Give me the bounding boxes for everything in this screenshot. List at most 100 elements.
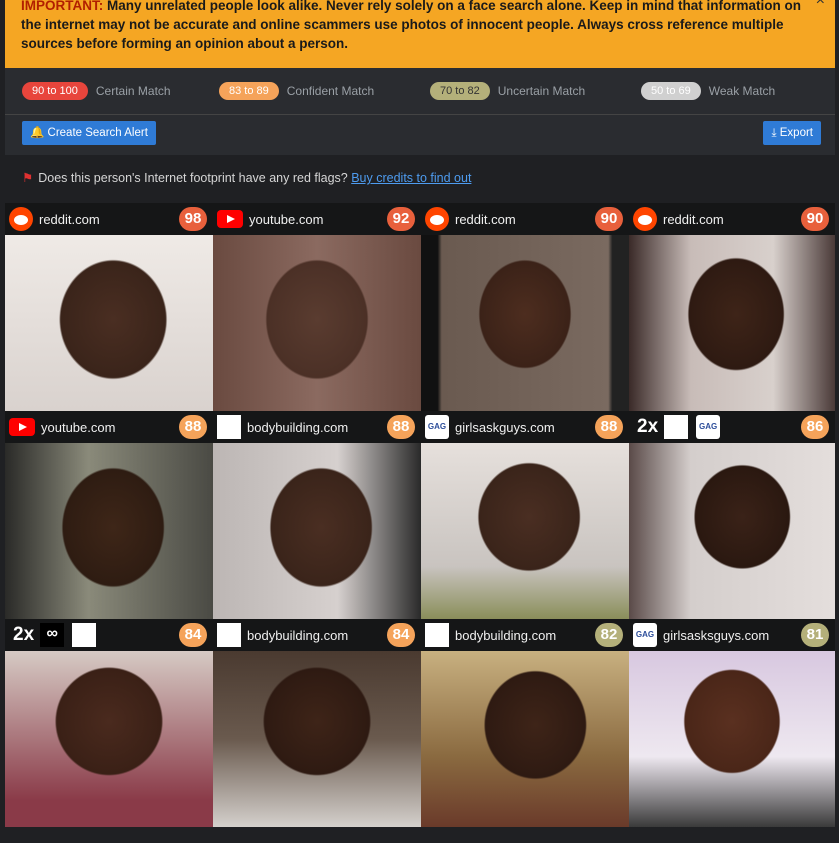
result-site: bodybuilding.com (247, 627, 349, 643)
result-photo (5, 443, 213, 619)
result-site: reddit.com (39, 211, 100, 227)
result-card[interactable]: bodybuilding.com 88 (213, 411, 421, 619)
result-score: 84 (179, 623, 207, 647)
toolbar: 🔔 Create Search Alert ⤓ Export (5, 115, 835, 155)
flag-icon: ⚑ (22, 171, 34, 185)
red-flag-notice: ⚑ Does this person's Internet footprint h… (22, 170, 471, 185)
result-caption: youtube.com 88 (5, 411, 213, 443)
result-score: 92 (387, 207, 415, 231)
legend-label: Confident Match (286, 84, 375, 98)
legend-pill: 90 to 100 (22, 82, 88, 100)
result-caption: youtube.com 92 (213, 203, 421, 235)
result-site: bodybuilding.com (247, 419, 349, 435)
result-photo (421, 651, 629, 827)
legend-confident: 83 to 89 Confident Match (219, 82, 374, 100)
bell-icon: 🔔 (30, 127, 45, 139)
result-score: 81 (801, 623, 829, 647)
create-search-alert-button[interactable]: 🔔 Create Search Alert (22, 121, 156, 145)
legend-pill: 70 to 82 (430, 82, 490, 100)
youtube-icon (217, 210, 243, 228)
result-card[interactable]: GAG girlsaskguys.com 88 (421, 411, 629, 619)
red-flag-text: Does this person's Internet footprint ha… (38, 171, 348, 185)
result-site: youtube.com (41, 419, 116, 435)
warning-body: Many unrelated people look alike. Never … (21, 0, 801, 51)
result-score: 82 (595, 623, 623, 647)
result-caption: bodybuilding.com 88 (213, 411, 421, 443)
result-site: reddit.com (663, 211, 724, 227)
reddit-icon (633, 207, 657, 231)
result-score: 88 (179, 415, 207, 439)
result-score: 84 (387, 623, 415, 647)
result-site: bodybuilding.com (455, 627, 557, 643)
legend-bar: 90 to 100 Certain Match 83 to 89 Confide… (5, 68, 835, 115)
result-site: girlsaskguys.com (455, 419, 555, 435)
result-site: reddit.com (455, 211, 516, 227)
result-card[interactable]: 2x GAG 86 (629, 411, 835, 619)
legend-pill: 50 to 69 (641, 82, 701, 100)
result-score: 88 (387, 415, 415, 439)
export-label: Export (779, 127, 813, 139)
create-search-alert-label: Create Search Alert (47, 127, 148, 139)
result-caption: GAG girlsaskguys.com 88 (421, 411, 629, 443)
result-site: youtube.com (249, 211, 324, 227)
result-photo (5, 651, 213, 827)
result-site: girlsasksguys.com (663, 627, 770, 643)
result-card[interactable]: 2x ∞ 84 (5, 619, 213, 827)
legend-label: Weak Match (708, 84, 776, 98)
result-caption: bodybuilding.com 82 (421, 619, 629, 651)
result-card[interactable]: youtube.com 92 (213, 203, 421, 411)
warning-label: IMPORTANT: (21, 0, 104, 13)
loop-icon: ∞ (40, 623, 65, 647)
close-icon[interactable]: × (816, 0, 825, 10)
warning-banner: IMPORTANT: Many unrelated people look al… (5, 0, 835, 68)
youtube-icon (9, 418, 35, 436)
result-score: 88 (595, 415, 623, 439)
results-grid: reddit.com 98 youtube.com 92 reddit.com … (5, 203, 835, 843)
buy-credits-link[interactable]: Buy credits to find out (351, 171, 471, 185)
result-photo (629, 235, 835, 411)
result-caption: bodybuilding.com 84 (213, 619, 421, 651)
result-photo (421, 235, 629, 411)
gag-icon: GAG (696, 415, 721, 439)
legend-label: Certain Match (95, 84, 171, 98)
result-caption: reddit.com 98 (5, 203, 213, 235)
result-score: 98 (179, 207, 207, 231)
export-button[interactable]: ⤓ Export (763, 121, 821, 145)
result-photo (629, 443, 835, 619)
gag-icon: GAG (425, 415, 449, 439)
legend-pill: 83 to 89 (219, 82, 279, 100)
result-photo (213, 651, 421, 827)
blank-icon (72, 623, 97, 647)
result-score: 90 (595, 207, 623, 231)
result-card[interactable]: reddit.com 90 (421, 203, 629, 411)
blank-icon (664, 415, 689, 439)
legend-weak: 50 to 69 Weak Match (641, 82, 775, 100)
result-count: 2x (13, 624, 35, 645)
blank-icon (425, 623, 449, 647)
result-card[interactable]: bodybuilding.com 82 (421, 619, 629, 827)
blank-icon (217, 623, 241, 647)
warning-text: IMPORTANT: Many unrelated people look al… (21, 0, 811, 53)
result-caption: GAG girlsasksguys.com 81 (629, 619, 835, 651)
download-icon: ⤓ (771, 127, 777, 139)
result-card[interactable]: GAG girlsasksguys.com 81 (629, 619, 835, 827)
reddit-icon (9, 207, 33, 231)
blank-icon (217, 415, 241, 439)
legend-uncertain: 70 to 82 Uncertain Match (430, 82, 585, 100)
result-caption: 2x ∞ 84 (5, 619, 213, 651)
result-card[interactable]: reddit.com 98 (5, 203, 213, 411)
legend-certain: 90 to 100 Certain Match (22, 82, 171, 100)
result-card[interactable]: bodybuilding.com 84 (213, 619, 421, 827)
result-card[interactable]: reddit.com 90 (629, 203, 835, 411)
result-count: 2x (637, 416, 659, 437)
result-photo (5, 235, 213, 411)
result-caption: reddit.com 90 (629, 203, 835, 235)
result-caption: reddit.com 90 (421, 203, 629, 235)
result-score: 86 (801, 415, 829, 439)
result-photo (213, 235, 421, 411)
result-caption: 2x GAG 86 (629, 411, 835, 443)
reddit-icon (425, 207, 449, 231)
legend-label: Uncertain Match (497, 84, 586, 98)
result-card[interactable]: youtube.com 88 (5, 411, 213, 619)
result-score: 90 (801, 207, 829, 231)
